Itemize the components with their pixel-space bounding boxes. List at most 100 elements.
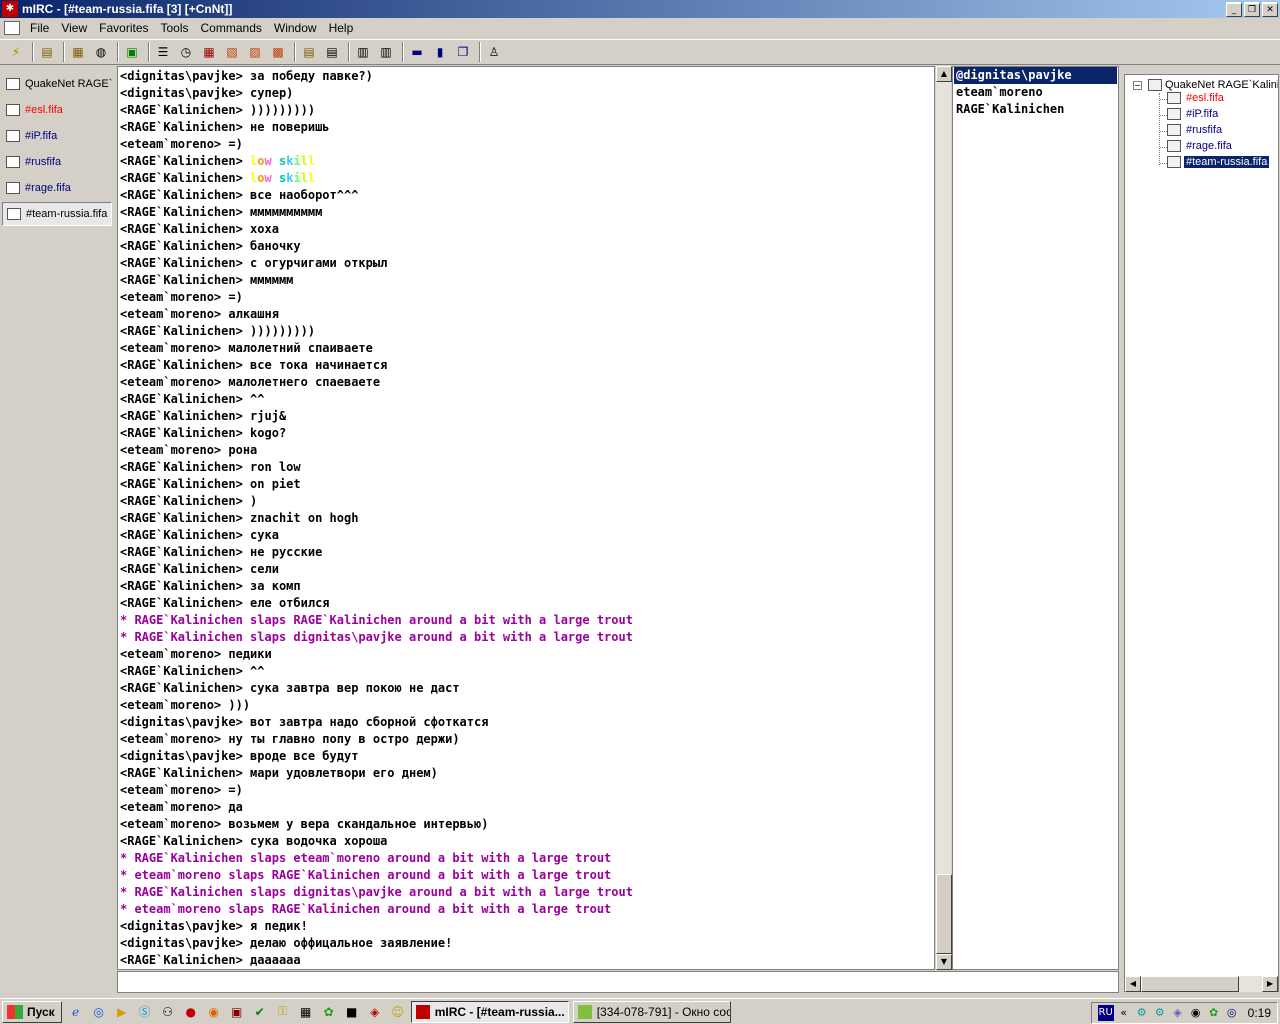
icq-icon[interactable]: ✿ xyxy=(320,1003,338,1021)
switchbar-item-rage-fifa[interactable]: #rage.fifa xyxy=(2,176,112,200)
taskbar: Пуск ℯ ◎ ▶ Ⓢ ⚇ ● ◉ ▣ ✔ ⚿ ▦ ✿ ■ ◈ ☺ mIRC … xyxy=(0,998,1280,1024)
mdi-window-icon[interactable] xyxy=(4,21,20,35)
chat-message-line: <RAGE`Kalinichen> еле отбился xyxy=(120,596,330,610)
game-icon[interactable]: ◈ xyxy=(366,1003,384,1021)
tree-item-server[interactable]: − QuakeNet RAGE`Kalini xyxy=(1133,79,1278,91)
chat-message-line: <eteam`moreno> возьмем у вера скандально… xyxy=(120,817,489,831)
menu-file[interactable]: File xyxy=(24,21,55,35)
scroll-thumb[interactable] xyxy=(1141,976,1239,992)
chat-window[interactable]: <dignitas\pavjke> за победу павке?) <dign… xyxy=(117,66,935,970)
switchbar-item-rusfifa[interactable]: #rusfifa xyxy=(2,150,112,174)
chat-message-line: <dignitas\pavjke> супер) xyxy=(120,86,294,100)
scroll-right-arrow-icon[interactable]: ▶ xyxy=(1262,976,1278,992)
colors-icon[interactable]: ▦ xyxy=(199,42,219,62)
tree-item-team-russia-fifa[interactable]: #team-russia.fifa xyxy=(1167,155,1271,169)
nick-item[interactable]: eteam`moreno xyxy=(954,84,1117,101)
chat-message-line: <eteam`moreno> малолетний спаиваете xyxy=(120,341,373,355)
menu-window[interactable]: Window xyxy=(268,21,323,35)
help-icon[interactable]: ♙ xyxy=(484,42,504,62)
received-files-icon[interactable]: ▤ xyxy=(299,42,319,62)
list-channels-icon[interactable]: ☰ xyxy=(153,42,173,62)
clock[interactable]: 0:19 xyxy=(1248,1006,1271,1020)
firefox-icon[interactable]: ◉ xyxy=(205,1003,223,1021)
check-icon[interactable]: ✔ xyxy=(251,1003,269,1021)
start-button[interactable]: Пуск xyxy=(2,1000,62,1023)
disk-tray-icon[interactable]: ◎ xyxy=(1224,1005,1240,1021)
address-book-icon[interactable]: ◍ xyxy=(91,42,111,62)
scroll-left-arrow-icon[interactable]: ◀ xyxy=(1125,976,1141,992)
tile-horizontal-icon[interactable]: ▬ xyxy=(407,42,427,62)
scripts-editor-icon[interactable]: ▣ xyxy=(122,42,142,62)
options-icon[interactable]: ▤ xyxy=(37,42,57,62)
task-message-window[interactable]: [334-078-791] - Окно соо... xyxy=(572,1000,731,1023)
collapse-icon[interactable]: − xyxy=(1133,80,1142,90)
nick-item[interactable]: @dignitas\pavjke xyxy=(954,67,1117,84)
chat-message-line: <eteam`moreno> =) xyxy=(120,783,243,797)
channels-folder-icon[interactable]: ▦ xyxy=(68,42,88,62)
dcc-options-icon[interactable]: ▩ xyxy=(268,42,288,62)
notify-list-icon[interactable]: ▥ xyxy=(353,42,373,62)
mdi-minimize-button[interactable]: _ xyxy=(1226,3,1242,17)
menu-view[interactable]: View xyxy=(55,21,93,35)
status-window-icon xyxy=(6,78,20,90)
rainbow-char: o xyxy=(257,154,265,168)
volume-tray-icon[interactable]: ◉ xyxy=(1188,1005,1204,1021)
scroll-thumb[interactable] xyxy=(936,874,952,954)
tree-item-ip-fifa[interactable]: #iP.fifa xyxy=(1167,108,1220,120)
start-label: Пуск xyxy=(27,1004,55,1019)
mdi-close-button[interactable]: ✕ xyxy=(1262,3,1278,17)
logs-icon[interactable]: ▤ xyxy=(322,42,342,62)
tree-connector xyxy=(1159,93,1160,165)
cascade-icon[interactable]: ❐ xyxy=(453,42,473,62)
network-tray-icon[interactable]: ⚙ xyxy=(1134,1005,1150,1021)
title-bar[interactable]: ✱ mIRC - [#team-russia.fifa [3] [+CnNt]]… xyxy=(0,0,1280,18)
archive-icon[interactable]: ▦ xyxy=(297,1003,315,1021)
switchbar-item-esl-fifa[interactable]: #esl.fifa xyxy=(2,98,112,122)
menu-tools[interactable]: Tools xyxy=(155,21,195,35)
tree-item-esl-fifa[interactable]: #esl.fifa xyxy=(1167,92,1226,104)
network-icon[interactable]: ⚇ xyxy=(159,1003,177,1021)
terminal-icon[interactable]: ■ xyxy=(343,1003,361,1021)
mirc-app-icon[interactable]: ✱ xyxy=(2,1,18,17)
media-player-icon[interactable]: ▶ xyxy=(113,1003,131,1021)
chat-message-line: <RAGE`Kalinichen> сука xyxy=(120,528,279,542)
network-tray-icon[interactable]: ⚙ xyxy=(1152,1005,1168,1021)
antivirus-tray-icon[interactable]: ◈ xyxy=(1170,1005,1186,1021)
chat-message-line: <eteam`moreno> да xyxy=(120,800,243,814)
chat-scrollbar[interactable]: ▲ ▼ xyxy=(935,66,952,970)
menu-commands[interactable]: Commands xyxy=(195,21,268,35)
connect-icon[interactable]: ⚡ xyxy=(6,42,26,62)
mirc-quicklaunch-icon[interactable]: ▣ xyxy=(228,1003,246,1021)
task-mirc[interactable]: mIRC - [#team-russia... xyxy=(410,1000,569,1023)
switchbar-item-ip-fifa[interactable]: #iP.fifa xyxy=(2,124,112,148)
message-input[interactable] xyxy=(117,971,1119,993)
switchbar-item-status[interactable]: QuakeNet RAGE`... xyxy=(2,72,112,96)
tree-item-rage-fifa[interactable]: #rage.fifa xyxy=(1167,140,1234,152)
ie-icon[interactable]: ℯ xyxy=(67,1003,85,1021)
scroll-down-arrow-icon[interactable]: ▼ xyxy=(936,954,952,970)
chat-message-line: <eteam`moreno> ))) xyxy=(120,698,251,712)
language-indicator[interactable]: RU xyxy=(1097,1005,1114,1021)
tree-item-rusfifa[interactable]: #rusfifa xyxy=(1167,124,1224,136)
timer-icon[interactable]: ◷ xyxy=(176,42,196,62)
switchbar-item-team-russia-fifa[interactable]: #team-russia.fifa xyxy=(2,202,112,226)
url-list-icon[interactable]: ▥ xyxy=(376,42,396,62)
skype-icon[interactable]: Ⓢ xyxy=(136,1003,154,1021)
tree-horizontal-scrollbar[interactable]: ◀ ▶ xyxy=(1125,976,1278,992)
desktop-icon[interactable]: ◎ xyxy=(90,1003,108,1021)
chat-icon[interactable]: ☺ xyxy=(389,1003,407,1021)
dcc-send-icon[interactable]: ▧ xyxy=(222,42,242,62)
menu-help[interactable]: Help xyxy=(323,21,360,35)
nick-item[interactable]: RAGE`Kalinichen xyxy=(954,101,1117,118)
menu-favorites[interactable]: Favorites xyxy=(93,21,154,35)
mdi-restore-button[interactable]: ❐ xyxy=(1244,3,1260,17)
tile-vertical-icon[interactable]: ▮ xyxy=(430,42,450,62)
scroll-up-arrow-icon[interactable]: ▲ xyxy=(936,66,952,82)
tray-expand-icon[interactable]: « xyxy=(1116,1005,1132,1021)
dcc-chat-icon[interactable]: ▨ xyxy=(245,42,265,62)
key-icon[interactable]: ⚿ xyxy=(274,1003,292,1021)
opera-icon[interactable]: ● xyxy=(182,1003,200,1021)
icq-tray-icon[interactable]: ✿ xyxy=(1206,1005,1222,1021)
treebar[interactable]: − QuakeNet RAGE`Kalini #esl.fifa #iP.fif… xyxy=(1124,74,1279,992)
nick-list[interactable]: @dignitas\pavjke eteam`moreno RAGE`Kalin… xyxy=(952,66,1119,970)
